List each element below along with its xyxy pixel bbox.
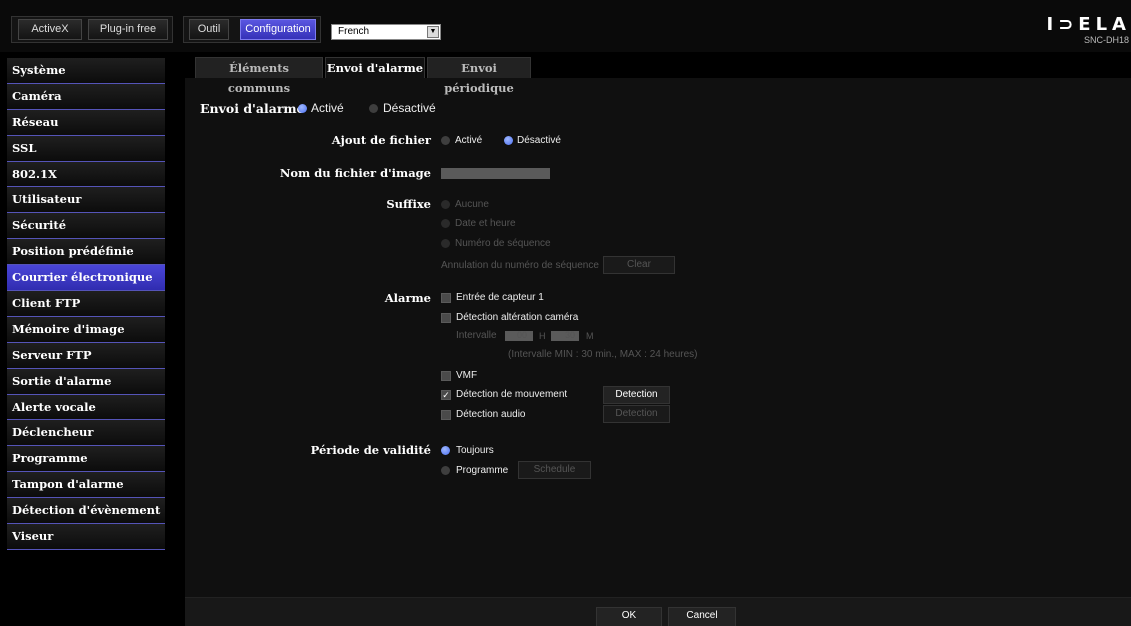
sidebar-item-position[interactable]: Position prédéfinie [7, 239, 165, 266]
envoi-active-radio[interactable] [298, 104, 307, 113]
ajout-inactive-label: Désactivé [517, 135, 561, 146]
chevron-down-icon: ▼ [427, 26, 439, 38]
audio-checkbox[interactable] [441, 410, 451, 420]
intervalle-label: Intervalle [456, 330, 497, 341]
alarme-label: Alarme [384, 291, 431, 305]
mouvement-checkbox[interactable]: ✓ [441, 390, 451, 400]
sidebar-item-camera[interactable]: Caméra [7, 83, 165, 110]
cancel-button[interactable]: Cancel [668, 607, 736, 626]
sidebar-item-declencheur[interactable]: Déclencheur [7, 420, 165, 447]
suffixe-none-label: Aucune [455, 199, 489, 210]
envoi-alarme-label: Envoi d'alarme [200, 101, 305, 116]
sidebar-item-systeme[interactable]: Système [7, 58, 165, 84]
ok-button[interactable]: OK [596, 607, 662, 626]
model-name: SNC-DH18 [1083, 35, 1129, 45]
language-value: French [338, 26, 370, 37]
language-select[interactable]: French ▼ [331, 24, 441, 40]
activex-button[interactable]: ActiveX [18, 19, 82, 40]
tab-elements-communs[interactable]: Éléments communs [195, 57, 323, 95]
nom-fichier-input[interactable] [441, 168, 550, 179]
suffixe-seq-radio[interactable] [441, 239, 450, 248]
sidebar-item-viseur[interactable]: Viseur [7, 524, 165, 550]
envoi-inactive-label: Désactivé [383, 101, 436, 115]
mouvement-detection-button[interactable]: Detection [603, 386, 670, 404]
sidebar-item-memoire[interactable]: Mémoire d'image [7, 316, 165, 343]
envoi-active-label: Activé [311, 101, 344, 115]
sidebar-item-programme[interactable]: Programme [7, 446, 165, 473]
sidebar-item-ssl[interactable]: SSL [7, 135, 165, 162]
vmf-checkbox[interactable] [441, 371, 451, 381]
suffixe-none-radio[interactable] [441, 200, 450, 209]
tab-envoi-alarme[interactable]: Envoi d'alarme [325, 57, 425, 78]
capteur-label: Entrée de capteur 1 [456, 292, 544, 303]
ajout-fichier-label: Ajout de fichier [331, 133, 431, 147]
sidebar-item-serveur-ftp[interactable]: Serveur FTP [7, 342, 165, 369]
audio-label: Détection audio [456, 409, 526, 420]
suffixe-date-radio[interactable] [441, 219, 450, 228]
nom-fichier-label: Nom du fichier d'image [279, 166, 431, 180]
validite-label: Période de validité [310, 443, 431, 457]
outil-button[interactable]: Outil [189, 19, 229, 40]
toujours-radio[interactable] [441, 446, 450, 455]
sidebar-item-sortie[interactable]: Sortie d'alarme [7, 368, 165, 395]
sidebar-item-utilisateur[interactable]: Utilisateur [7, 187, 165, 214]
alteration-checkbox[interactable] [441, 313, 451, 323]
vmf-label: VMF [456, 370, 478, 381]
toujours-label: Toujours [456, 445, 494, 456]
hours-unit: H [539, 331, 546, 341]
audio-detection-button[interactable]: Detection [603, 405, 670, 423]
ajout-inactive-radio[interactable] [504, 136, 513, 145]
plugin-free-button[interactable]: Plug-in free [88, 19, 168, 40]
interval-hours-value: 00 [517, 330, 528, 340]
ajout-active-label: Activé [455, 135, 483, 146]
programme-radio[interactable] [441, 466, 450, 475]
suffixe-seq-label: Numéro de séquence [455, 238, 551, 249]
interval-minutes-value: 30 [565, 330, 576, 340]
sidebar-item-reseau[interactable]: Réseau [7, 109, 165, 136]
top-bar: ActiveX Plug-in free Outil Configuration… [0, 0, 1131, 52]
suffixe-date-label: Date et heure [455, 218, 516, 229]
sidebar-item-courrier[interactable]: Courrier électronique [7, 265, 165, 292]
tab-envoi-periodique[interactable]: Envoi périodique [427, 57, 531, 95]
interval-note: (Intervalle MIN : 30 min., MAX : 24 heur… [508, 349, 698, 360]
sidebar-item-client-ftp[interactable]: Client FTP [7, 291, 165, 317]
programme-label: Programme [456, 465, 509, 476]
minutes-unit: M [586, 331, 594, 341]
sidebar-item-tampon[interactable]: Tampon d'alarme [7, 472, 165, 499]
sidebar-item-8021x[interactable]: 802.1X [7, 161, 165, 188]
sidebar-item-securite[interactable]: Sécurité [7, 213, 165, 240]
suffixe-label: Suffixe [386, 197, 431, 211]
sidebar-item-detection[interactable]: Détection d'évènement [7, 498, 165, 525]
configuration-button[interactable]: Configuration [240, 19, 316, 40]
capteur-checkbox[interactable] [441, 293, 451, 303]
sidebar: Système Caméra Réseau SSL 802.1X Utilisa… [7, 58, 165, 550]
ipela-logo: I⊃ELA [1046, 14, 1131, 35]
mouvement-label: Détection de mouvement [456, 389, 568, 400]
alteration-label: Détection altération caméra [456, 312, 579, 323]
clear-button[interactable]: Clear [603, 256, 675, 274]
envoi-inactive-radio[interactable] [369, 104, 378, 113]
ajout-active-radio[interactable] [441, 136, 450, 145]
sidebar-item-alerte[interactable]: Alerte vocale [7, 394, 165, 421]
schedule-button[interactable]: Schedule [518, 461, 591, 479]
annulation-label: Annulation du numéro de séquence [441, 260, 599, 271]
